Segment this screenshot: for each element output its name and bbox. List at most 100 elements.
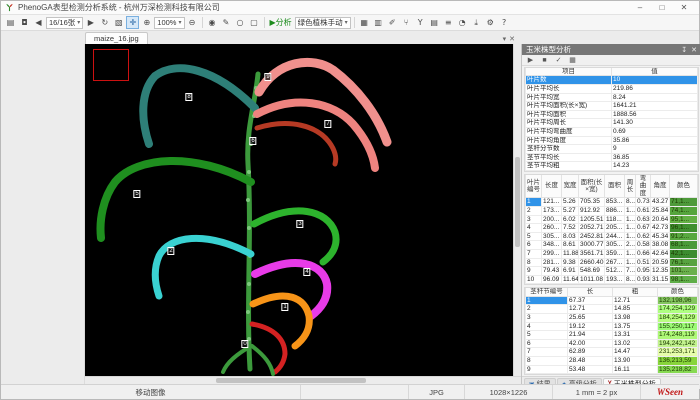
column-header[interactable]: 值	[612, 68, 698, 76]
vertical-scrollbar[interactable]	[513, 44, 521, 376]
table-row[interactable]: 3200...6.021205.51118...1...0.6320.6495,…	[526, 215, 698, 224]
table-row[interactable]: 叶片平均弯曲度0.69	[526, 128, 698, 137]
column-header[interactable]: 周长	[625, 175, 636, 198]
table-row[interactable]: 953.4816.11135,218,82	[526, 365, 698, 374]
leaf-label-7[interactable]: 7	[324, 120, 331, 128]
table-row[interactable]: 828.4813.90136,213,59	[526, 356, 698, 365]
document-tab[interactable]: maize_16.jpg	[85, 32, 148, 44]
pan-tool-button[interactable]: ✛	[126, 16, 139, 29]
table-row[interactable]: 茎节平均长36.85	[526, 153, 698, 162]
save-button[interactable]: ▤	[4, 16, 17, 29]
table-row[interactable]: 叶片平均周长141.30	[526, 119, 698, 128]
table-row[interactable]: 1096.0911.641011.08193...8...0.9331.1598…	[526, 275, 698, 284]
leaf-segment[interactable]	[223, 346, 251, 372]
table-row[interactable]: 叶片平均面积1888.56	[526, 110, 698, 119]
leaf-segment[interactable]	[143, 68, 255, 144]
leaf-label-1[interactable]: 1	[281, 303, 288, 311]
next-image-button[interactable]: ▶	[84, 16, 97, 29]
table-row[interactable]: 642.0013.02194,242,142	[526, 339, 698, 348]
report-button[interactable]: ▥	[372, 16, 385, 29]
leaf-label-2[interactable]: 2	[167, 247, 174, 255]
leaf-label-4[interactable]: 4	[303, 268, 310, 276]
mode-select[interactable]: 绿色植株手动 ▾	[295, 17, 351, 29]
column-header[interactable]: 面积	[605, 175, 625, 198]
thumbnail-view-button[interactable]: ▦	[358, 16, 371, 29]
table-row[interactable]: 762.8914.47231,253,171	[526, 348, 698, 357]
column-header[interactable]: 颜色	[670, 175, 698, 198]
column-header[interactable]: 长度	[542, 175, 562, 198]
close-button[interactable]: ✕	[673, 1, 695, 14]
prev-image-button[interactable]: ◀	[32, 16, 45, 29]
leaf-segment[interactable]	[101, 161, 251, 238]
analyze-button[interactable]: ▶ 分析	[268, 16, 294, 29]
table-row[interactable]: 7299...11.883561.71359...1...0.6642.6442…	[526, 249, 698, 258]
table-row[interactable]: 4260...7.522052.71205...1...0.6742.7396,…	[526, 224, 698, 233]
circle-tool-button[interactable]: ○	[234, 16, 247, 29]
table-row[interactable]: 212.7114.85174,254,129	[526, 305, 698, 314]
tab-close-button[interactable]: ✕	[509, 35, 515, 43]
table-row[interactable]: 叶片平均角度35.86	[526, 136, 698, 145]
column-header[interactable]: 长	[568, 288, 613, 296]
table-row[interactable]: 979.436.91548.69512...7...0.9512.35101,.…	[526, 267, 698, 276]
table-row[interactable]: 茎节平均粗14.23	[526, 162, 698, 171]
column-header[interactable]: 颜色	[658, 288, 698, 296]
snapshot-button[interactable]: ◘	[18, 16, 31, 29]
table-row[interactable]: 325.6513.98184,254,129	[526, 314, 698, 323]
maximize-button[interactable]: □	[651, 1, 673, 14]
leaf-label-3[interactable]: 3	[296, 220, 303, 228]
rect-tool-button[interactable]: ▢	[248, 16, 261, 29]
table-row[interactable]: 8281...9.382660.40267...1...0.5120.5976,…	[526, 258, 698, 267]
column-header[interactable]: 项目	[526, 68, 612, 76]
selection-rectangle[interactable]	[93, 49, 129, 81]
pencil-tool-button[interactable]: ✎	[220, 16, 233, 29]
leaf-label-9[interactable]: 9	[264, 73, 271, 81]
leaf-label-6[interactable]: 6	[249, 137, 256, 145]
skeleton-button[interactable]: Y	[414, 16, 427, 29]
column-header[interactable]: 角度	[651, 175, 670, 198]
leaf-segment[interactable]	[255, 263, 327, 316]
table-row[interactable]: 167.3712.71132,198,96	[526, 296, 698, 305]
column-header[interactable]: 弯曲度	[636, 175, 651, 198]
help-button[interactable]: ?	[498, 16, 511, 29]
layers-button[interactable]: ▧	[112, 16, 125, 29]
panel-check-icon[interactable]: ✓	[553, 56, 564, 65]
table-row[interactable]: 叶片平均宽8.24	[526, 93, 698, 102]
horizontal-scrollbar[interactable]	[85, 376, 521, 384]
table-view-button[interactable]: ▤	[428, 16, 441, 29]
leaf-segment[interactable]	[252, 346, 273, 374]
leaf-segment[interactable]	[257, 124, 336, 164]
panel-grid-icon[interactable]: ▦	[567, 56, 578, 65]
export-button[interactable]: ⤓	[470, 16, 483, 29]
table-row[interactable]: 2173...5.27912.92886...1...0.6125.8474,1…	[526, 207, 698, 216]
settings-button[interactable]: ⚙	[484, 16, 497, 29]
marker-tool-button[interactable]: ◉	[206, 16, 219, 29]
column-header[interactable]: 茎秆节编号	[526, 288, 568, 296]
leaf-segment[interactable]	[254, 211, 336, 262]
table-row[interactable]: 5305...8.032452.81244...1...0.6245.3491,…	[526, 232, 698, 241]
leaf-segment[interactable]	[257, 103, 375, 168]
table-row[interactable]: 6348...8.613000.77305...2...0.5838.0868,…	[526, 241, 698, 250]
minimize-button[interactable]: –	[629, 1, 651, 14]
zoom-tool-button[interactable]: ⊕	[140, 16, 153, 29]
leaf-label-0[interactable]: 0	[241, 340, 248, 348]
leaf-label-5[interactable]: 5	[133, 190, 140, 198]
table-row[interactable]: 叶片平均面积(长×宽)1641.21	[526, 102, 698, 111]
leaf-label-8[interactable]: 8	[185, 93, 192, 101]
refresh-button[interactable]: ↻	[98, 16, 111, 29]
image-canvas[interactable]: 9 8 7 6 5 3 2 4 1 0	[85, 44, 513, 376]
stats-button[interactable]: ◔	[456, 16, 469, 29]
image-counter-select[interactable]: 16/16张 ▾	[46, 17, 83, 29]
panel-close-icon[interactable]: ✕	[691, 46, 697, 54]
panel-play-icon[interactable]: ▶	[525, 56, 536, 65]
table-row[interactable]: 521.9413.31174,248,119	[526, 331, 698, 340]
panel-stop-icon[interactable]: ■	[539, 56, 550, 65]
pin-icon[interactable]: ↧	[681, 46, 687, 54]
table-row[interactable]: 叶片平均长219.86	[526, 85, 698, 94]
edit-button[interactable]: ✐	[386, 16, 399, 29]
table-row[interactable]: 419.1213.75155,250,117	[526, 322, 698, 331]
zoom-level-select[interactable]: 100% ▾	[154, 17, 184, 29]
column-header[interactable]: 面积(长×宽)	[579, 175, 605, 198]
horizontal-scrollbar-thumb[interactable]	[216, 378, 366, 383]
list-view-button[interactable]: ≡	[442, 16, 455, 29]
column-header[interactable]: 粗	[613, 288, 658, 296]
